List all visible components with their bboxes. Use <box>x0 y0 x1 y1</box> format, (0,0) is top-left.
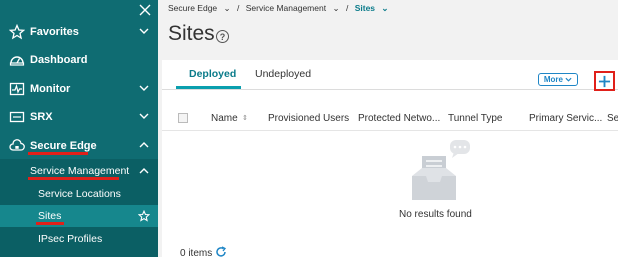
breadcrumb-current[interactable]: Sites ⌄ <box>355 3 389 13</box>
column-header-primary-service[interactable]: Primary Servic... <box>529 113 602 124</box>
sidebar-item-ipsec-profiles[interactable]: IPsec Profiles <box>0 228 158 250</box>
chevron-down-icon <box>139 28 149 34</box>
plus-icon <box>598 75 611 87</box>
help-icon[interactable]: ? <box>216 30 229 43</box>
tab-undeployed[interactable]: Undeployed <box>255 68 311 80</box>
breadcrumb-separator: / <box>237 3 240 13</box>
column-header-secondary[interactable]: Se <box>607 113 618 124</box>
sidebar-subitem-label: Sites <box>38 210 62 222</box>
close-icon[interactable] <box>137 2 153 18</box>
tab-deployed[interactable]: Deployed <box>189 68 236 80</box>
sidebar-item-label: SRX <box>30 111 53 123</box>
breadcrumb-separator: / <box>345 3 349 13</box>
page-title: Sites <box>168 22 215 45</box>
sidebar: Favorites Dashboard Monitor SRX Secure E… <box>0 0 158 257</box>
sidebar-item-label: Favorites <box>30 26 79 38</box>
sidebar-item-favorites[interactable]: Favorites <box>0 21 158 43</box>
sidebar-item-sites[interactable]: Sites <box>0 205 158 227</box>
sidebar-subitem-label: IPsec Profiles <box>38 233 103 245</box>
highlight-underline <box>28 177 119 180</box>
highlight-underline <box>28 152 88 155</box>
dashboard-icon <box>9 56 25 66</box>
chevron-up-icon <box>139 168 149 174</box>
breadcrumb-item[interactable]: Secure Edge ⌄ <box>168 3 231 13</box>
empty-inbox-icon <box>412 140 470 200</box>
sidebar-item-srx[interactable]: SRX <box>0 106 158 128</box>
breadcrumb: Secure Edge ⌄ / Service Management ⌄ / S… <box>168 3 393 14</box>
column-header-provisioned-users[interactable]: Provisioned Users <box>268 113 349 124</box>
sidebar-subheader-label: Service Management <box>30 165 130 177</box>
chevron-up-icon <box>139 142 149 148</box>
more-button[interactable]: More <box>538 73 578 86</box>
column-header-tunnel-type[interactable]: Tunnel Type <box>448 113 502 124</box>
srx-icon <box>9 111 25 123</box>
empty-state-text: No results found <box>399 209 472 220</box>
sidebar-item-monitor[interactable]: Monitor <box>0 78 158 100</box>
divider <box>162 89 618 90</box>
sort-icon[interactable]: ⇕ <box>242 114 248 122</box>
column-header-protected-networks[interactable]: Protected Netwo... <box>358 113 440 124</box>
add-site-button[interactable] <box>594 71 615 91</box>
cloud-lock-icon <box>9 139 25 151</box>
sidebar-subitem-label: Service Locations <box>38 188 121 200</box>
star-icon <box>9 24 25 40</box>
star-icon[interactable] <box>138 210 150 222</box>
sidebar-item-label: Dashboard <box>30 54 88 66</box>
sidebar-item-label: Secure Edge <box>30 140 97 152</box>
chevron-down-icon <box>139 113 149 119</box>
monitor-icon <box>9 82 25 96</box>
chevron-down-icon <box>139 85 149 91</box>
sidebar-item-label: Monitor <box>30 83 71 95</box>
select-all-checkbox[interactable] <box>178 113 188 123</box>
refresh-icon[interactable] <box>215 246 227 257</box>
breadcrumb-item[interactable]: Service Management ⌄ <box>246 3 340 13</box>
items-count: 0 items <box>180 248 213 257</box>
highlight-underline <box>36 222 64 225</box>
divider <box>162 130 618 131</box>
column-header-name[interactable]: Name <box>211 113 238 124</box>
chevron-down-icon <box>565 77 572 82</box>
sidebar-item-service-locations[interactable]: Service Locations <box>0 183 158 205</box>
sidebar-item-dashboard[interactable]: Dashboard <box>0 49 158 71</box>
